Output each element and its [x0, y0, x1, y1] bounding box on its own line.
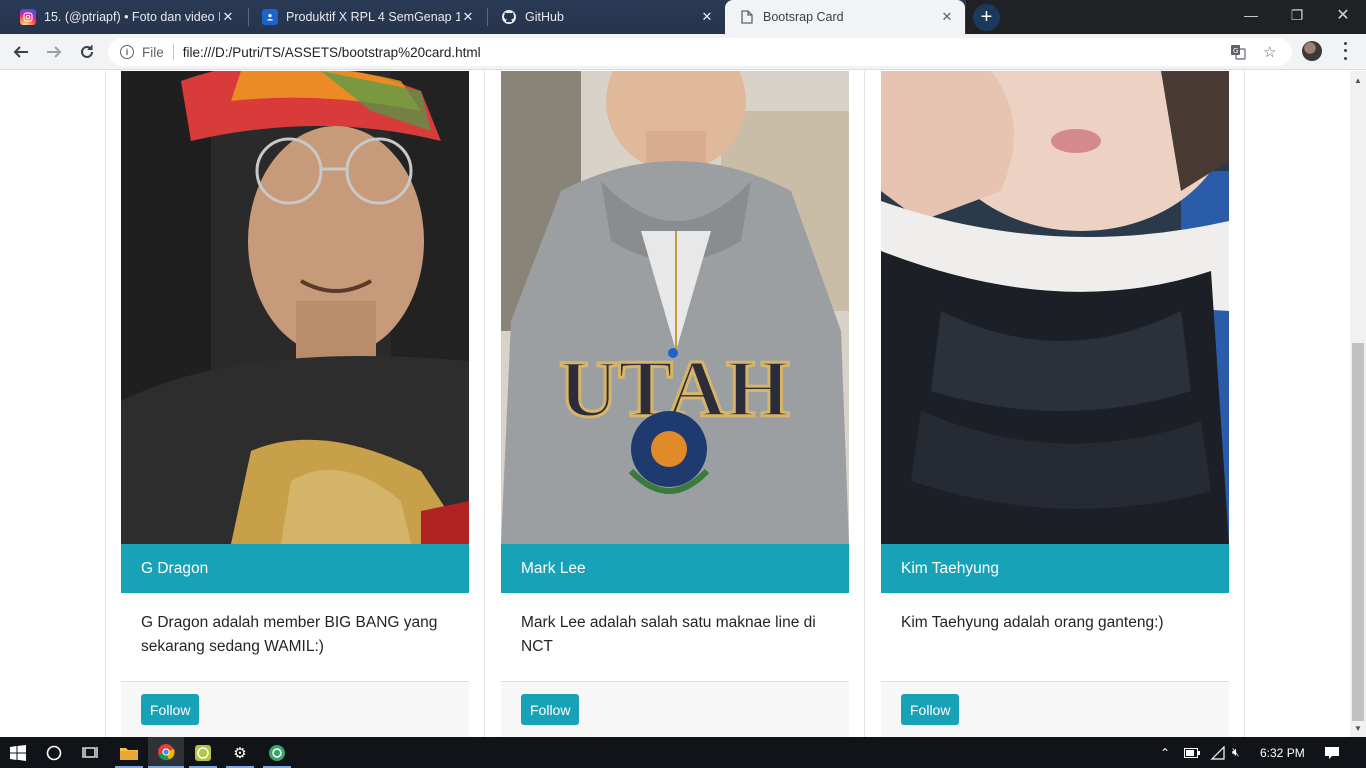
close-icon[interactable]: ✕	[699, 9, 715, 25]
card-image	[121, 71, 469, 544]
start-button[interactable]	[0, 737, 36, 768]
tab-title: 15. (@ptriapf) • Foto dan video In	[44, 10, 220, 24]
card-footer: Follow	[121, 681, 469, 737]
divider	[105, 71, 106, 737]
new-tab-button[interactable]: +	[973, 4, 1000, 31]
close-icon[interactable]: ✕	[460, 9, 476, 25]
close-window-button[interactable]: ✕	[1320, 0, 1366, 30]
tab-title: Bootsrap Card	[763, 10, 844, 24]
info-icon[interactable]: i	[120, 45, 134, 59]
address-scheme: File	[142, 44, 164, 60]
card-header: Mark Lee	[501, 544, 849, 593]
bookmark-star-icon[interactable]: ☆	[1263, 38, 1276, 66]
tab-classroom[interactable]: Produktif X RPL 4 SemGenap 181 ✕	[248, 0, 486, 34]
page-scrollbar[interactable]: ▲ ▼	[1350, 71, 1366, 737]
card-text: Mark Lee adalah salah satu maknae line d…	[521, 614, 816, 655]
card-text: G Dragon adalah member BIG BANG yang sek…	[141, 614, 438, 655]
search-icon[interactable]	[36, 737, 72, 768]
follow-button[interactable]: Follow	[141, 694, 200, 725]
settings-gear-icon[interactable]: ⚙	[222, 737, 258, 768]
restore-button[interactable]: ❐	[1274, 0, 1320, 30]
windows-taskbar: ⚙ ⌃ 🔇︎ 6:32 PM	[0, 737, 1366, 768]
card-image: UTAH	[501, 71, 849, 544]
tab-title: Produktif X RPL 4 SemGenap 181	[286, 10, 460, 24]
tab-title: GitHub	[525, 10, 564, 24]
scroll-up-icon[interactable]: ▲	[1350, 73, 1366, 87]
instagram-icon	[20, 9, 36, 25]
file-explorer-icon[interactable]	[111, 737, 147, 768]
battery-icon[interactable]	[1184, 737, 1200, 768]
address-bar[interactable]: i File file:///D:/Putri/TS/ASSETS/bootst…	[108, 38, 1292, 66]
tab-strip: 15. (@ptriapf) • Foto dan video In ✕ Pro…	[0, 0, 1366, 34]
follow-button[interactable]: Follow	[521, 694, 580, 725]
card-footer: Follow	[881, 681, 1229, 737]
notifications-icon[interactable]	[1324, 737, 1340, 768]
tab-bootstrap-card[interactable]: Bootsrap Card ✕	[725, 0, 965, 34]
divider	[864, 71, 865, 737]
address-divider	[172, 44, 174, 60]
volume-muted-icon[interactable]: 🔇︎	[1232, 737, 1240, 768]
address-url: file:///D:/Putri/TS/ASSETS/bootstrap%20c…	[182, 44, 481, 60]
github-icon	[501, 9, 517, 25]
card-header: G Dragon	[121, 544, 469, 593]
menu-icon[interactable]	[1340, 40, 1350, 62]
browser-toolbar: i File file:///D:/Putri/TS/ASSETS/bootst…	[0, 34, 1366, 70]
app-icon[interactable]	[259, 737, 295, 768]
close-icon[interactable]: ✕	[939, 9, 955, 25]
card-mark-lee: UTAH Mark Lee Mark Lee adalah salah satu…	[501, 71, 849, 737]
card-image	[881, 71, 1229, 544]
document-icon	[739, 9, 755, 25]
tab-github[interactable]: GitHub ✕	[487, 0, 725, 34]
card-kim-taehyung: Kim Taehyung Kim Taehyung adalah orang g…	[881, 71, 1229, 737]
task-view-icon[interactable]	[72, 737, 108, 768]
card-g-dragon: G Dragon G Dragon adalah member BIG BANG…	[121, 71, 469, 737]
tab-instagram[interactable]: 15. (@ptriapf) • Foto dan video In ✕	[6, 0, 246, 34]
clock[interactable]: 6:32 PM	[1260, 737, 1305, 768]
translate-icon[interactable]: G	[1230, 38, 1246, 66]
reload-button[interactable]	[75, 40, 99, 64]
scrollbar-thumb[interactable]	[1352, 343, 1364, 721]
close-icon[interactable]: ✕	[220, 9, 236, 25]
minimize-button[interactable]: —	[1228, 0, 1274, 30]
classroom-icon	[262, 9, 278, 25]
profile-avatar[interactable]	[1302, 41, 1322, 61]
whatsapp-icon[interactable]	[185, 737, 221, 768]
wifi-icon[interactable]	[1210, 737, 1226, 768]
divider	[484, 71, 485, 737]
svg-text:G: G	[1233, 47, 1238, 55]
forward-button[interactable]	[42, 40, 66, 64]
back-button[interactable]	[9, 40, 33, 64]
card-header: Kim Taehyung	[881, 544, 1229, 593]
divider	[1244, 71, 1245, 737]
scroll-down-icon[interactable]: ▼	[1350, 721, 1366, 735]
chrome-icon[interactable]	[148, 737, 184, 768]
follow-button[interactable]: Follow	[901, 694, 960, 725]
card-footer: Follow	[501, 681, 849, 737]
page-viewport: G Dragon G Dragon adalah member BIG BANG…	[0, 71, 1350, 737]
tray-chevron-icon[interactable]: ⌃	[1160, 737, 1170, 768]
card-text: Kim Taehyung adalah orang ganteng:)	[901, 614, 1164, 631]
